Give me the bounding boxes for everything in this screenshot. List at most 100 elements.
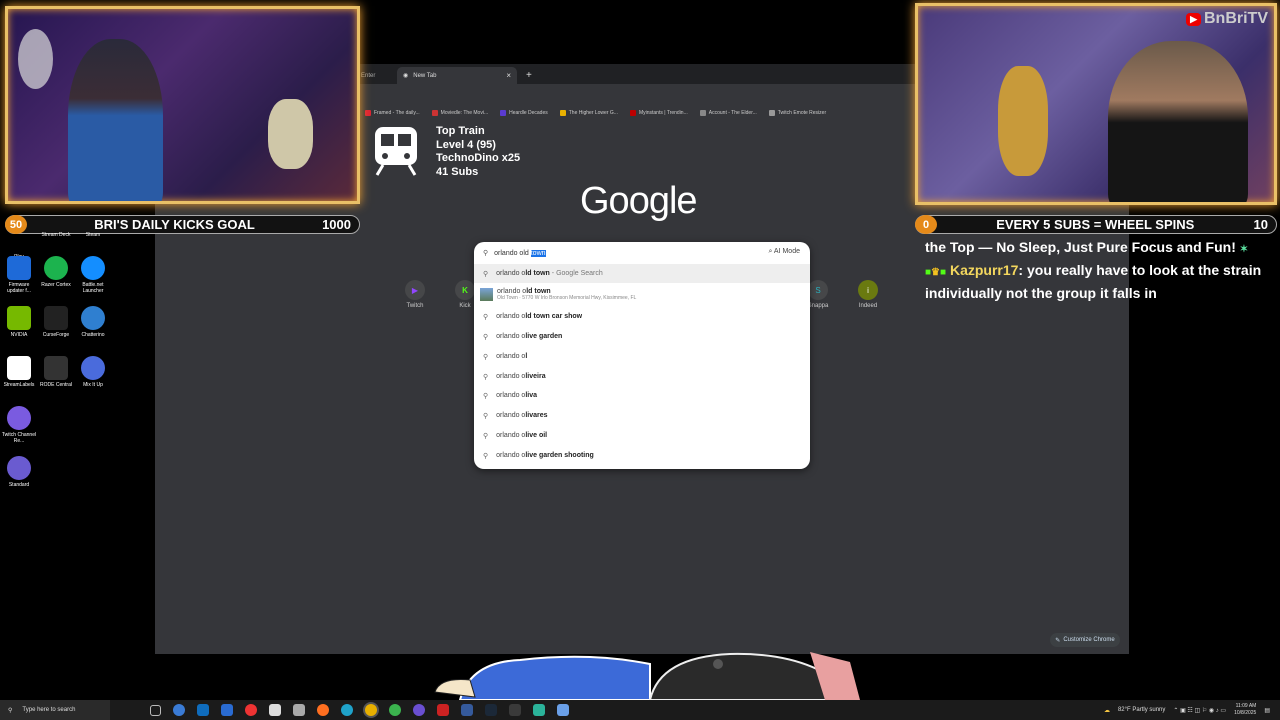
taskbar-search-box[interactable]: ⚲ Type here to search (0, 700, 110, 720)
desktop-icon[interactable]: Mix It Up (74, 356, 112, 388)
bookmark-item[interactable]: Twitch Emote Resizer (768, 110, 826, 116)
suggestion-completion: ld town car show (525, 313, 583, 320)
notification-icon[interactable]: ▤ (1264, 707, 1270, 714)
app-icon[interactable] (557, 704, 569, 716)
app-icon (81, 356, 105, 380)
task-view-icon[interactable] (150, 704, 161, 716)
goal-label: EVERY 5 SUBS = WHEEL SPINS (996, 217, 1195, 232)
firefox-icon[interactable] (317, 704, 329, 716)
shortcut-indeed[interactable]: i Indeed (848, 280, 888, 309)
new-tab-button[interactable]: + (520, 67, 538, 84)
train-top-user: TechnoDino x25 (436, 152, 521, 164)
bookmark-icon (768, 110, 775, 116)
app-icon[interactable] (173, 704, 185, 716)
tray-icons[interactable]: ⌃ ▣ ☷ ◫ ⚐ ◉ ♪ ▭ (1173, 707, 1226, 714)
customize-chrome-button[interactable]: ✎ Customize Chrome (1050, 633, 1120, 647)
search-icon: ⚲ (483, 373, 489, 381)
bookmark-item[interactable]: The Higher Lower G... (559, 110, 618, 116)
app-icon[interactable] (413, 704, 425, 716)
suggestion-item[interactable]: ⚲ orlando old town - Google Search (474, 264, 810, 283)
windows-taskbar: ⚲ Type here to search ☁ 82°F Partly sunn… (0, 700, 1280, 720)
suggestion-prefix: orlando o (496, 373, 526, 380)
app-icon[interactable] (293, 704, 305, 716)
shortcut-label: Snappa (807, 303, 829, 309)
weather-text[interactable]: 82°F Partly sunny (1118, 707, 1165, 713)
webcam-right: ▶ BnBriTV (915, 3, 1277, 205)
suggestion-item[interactable]: ⚲ orlando old town car show (474, 307, 810, 326)
desktop-icon[interactable]: CurseForge (37, 306, 75, 338)
app-icon (44, 356, 68, 380)
outlook-icon[interactable] (197, 704, 209, 716)
goal-label: BRI'S DAILY KICKS GOAL (94, 217, 255, 232)
snappa-icon: S (808, 280, 828, 300)
bookmark-icon (559, 110, 566, 116)
suggestion-completion: ld town (526, 287, 551, 295)
desktop-icon[interactable]: NVIDIA (0, 306, 38, 338)
suggestion-item[interactable]: ⚲ orlando olive oil (474, 426, 810, 445)
suggestion-text: orlando olive garden (496, 333, 562, 340)
desktop-icon[interactable]: Standard (0, 456, 38, 488)
desktop-icon[interactable]: Firmware updater f... (0, 256, 38, 294)
tab-enter[interactable]: Enter (355, 67, 395, 84)
app-icon[interactable] (533, 704, 545, 716)
app-icon[interactable] (389, 704, 401, 716)
suggestion-text: orlando olive garden shooting (496, 452, 594, 459)
bookmark-item[interactable]: Moviedle: The Movi... (431, 110, 489, 116)
tab-new-tab[interactable]: ◉ New Tab × (397, 67, 517, 84)
app-icon[interactable] (509, 704, 521, 716)
bookmark-item[interactable]: Myinstants | Trendin... (629, 110, 688, 116)
steam-icon[interactable] (485, 704, 497, 716)
bookmark-item[interactable]: Framed - The daily... (365, 110, 420, 116)
shortcut-twitch[interactable]: ▶ Twitch (395, 280, 435, 309)
suggestion-prefix: orlando o (496, 452, 526, 459)
shortcut-label: Indeed (858, 303, 878, 309)
ai-mode-button[interactable]: ⌕ AI Mode (768, 248, 800, 256)
chat-username: Kazpurr17 (949, 262, 1019, 278)
suggestion-address: Old Town · 5770 W Irlo Bronson Memorial … (497, 294, 637, 301)
suggestion-item[interactable]: ⚲ orlando olive garden shooting (474, 446, 810, 465)
desktop-icon-label: Razer Cortex (41, 282, 71, 288)
goal-target: 10 (1253, 217, 1268, 232)
suggestion-item[interactable]: ⚲ orlando olivares (474, 406, 810, 425)
suggestion-item[interactable]: ⚲ orlando oliveira (474, 367, 810, 386)
app-icon[interactable] (221, 704, 233, 716)
weather-icon: ☁ (1103, 707, 1110, 714)
subs-goal-bar: 0 EVERY 5 SUBS = WHEEL SPINS 10 (915, 215, 1277, 234)
desktop-icon[interactable]: RODE Central (37, 356, 75, 388)
clock[interactable]: 11:09 AM 10/8/2025 (1234, 703, 1256, 717)
search-suggestions-dropdown: ⚲ orlando old town ⌕ AI Mode ⚲ orlando ol… (474, 242, 810, 469)
suggestion-item[interactable]: ⚲ orlando oliva (474, 386, 810, 405)
search-input[interactable]: ⚲ orlando old town ⌕ AI Mode (474, 242, 810, 264)
chrome-icon[interactable] (365, 704, 377, 716)
desktop-icon[interactable]: Stream Deck (37, 232, 75, 238)
bookmark-label: Moviedle: The Movi... (440, 110, 489, 116)
suggestion-completion: live oil (525, 432, 548, 439)
edge-icon[interactable] (341, 704, 353, 716)
suggestion-text: orlando olive oil (496, 432, 547, 439)
desktop-icon[interactable]: Steam (74, 232, 112, 238)
app-icon (44, 306, 68, 330)
kick-icon: K (455, 280, 475, 300)
desktop-icon[interactable]: Chatterino (74, 306, 112, 338)
bookmark-label: Myinstants | Trendin... (638, 110, 688, 116)
app-icon[interactable] (461, 704, 473, 716)
app-icon (7, 256, 31, 280)
app-icon[interactable] (269, 704, 281, 716)
app-icon (44, 256, 68, 280)
desktop-icon[interactable]: Razer Cortex (37, 256, 75, 288)
bookmark-item[interactable]: Account - The Elder... (699, 110, 757, 116)
desktop-icon[interactable]: Battle.net Launcher (74, 256, 112, 294)
app-icon (7, 306, 31, 330)
suggestion-item[interactable]: ⚲ orlando olive garden (474, 327, 810, 346)
suggestion-text: orlando old town car show (496, 313, 582, 320)
close-tab-icon[interactable]: × (506, 71, 511, 80)
suggestion-item[interactable]: orlando old town Old Town · 5770 W Irlo B… (474, 283, 810, 305)
bookmark-item[interactable]: Heardle Decades (500, 110, 548, 116)
app-icon[interactable] (437, 704, 449, 716)
desktop-icon[interactable]: Twitch Channel Re... (0, 406, 38, 444)
bookmark-label: Framed - The daily... (374, 110, 420, 116)
suggestion-item[interactable]: ⚲ orlando ol (474, 347, 810, 366)
app-icon[interactable] (245, 704, 257, 716)
desktop-icon-label: Stream Deck (41, 232, 71, 238)
desktop-icon[interactable]: StreamLabels (0, 356, 38, 388)
